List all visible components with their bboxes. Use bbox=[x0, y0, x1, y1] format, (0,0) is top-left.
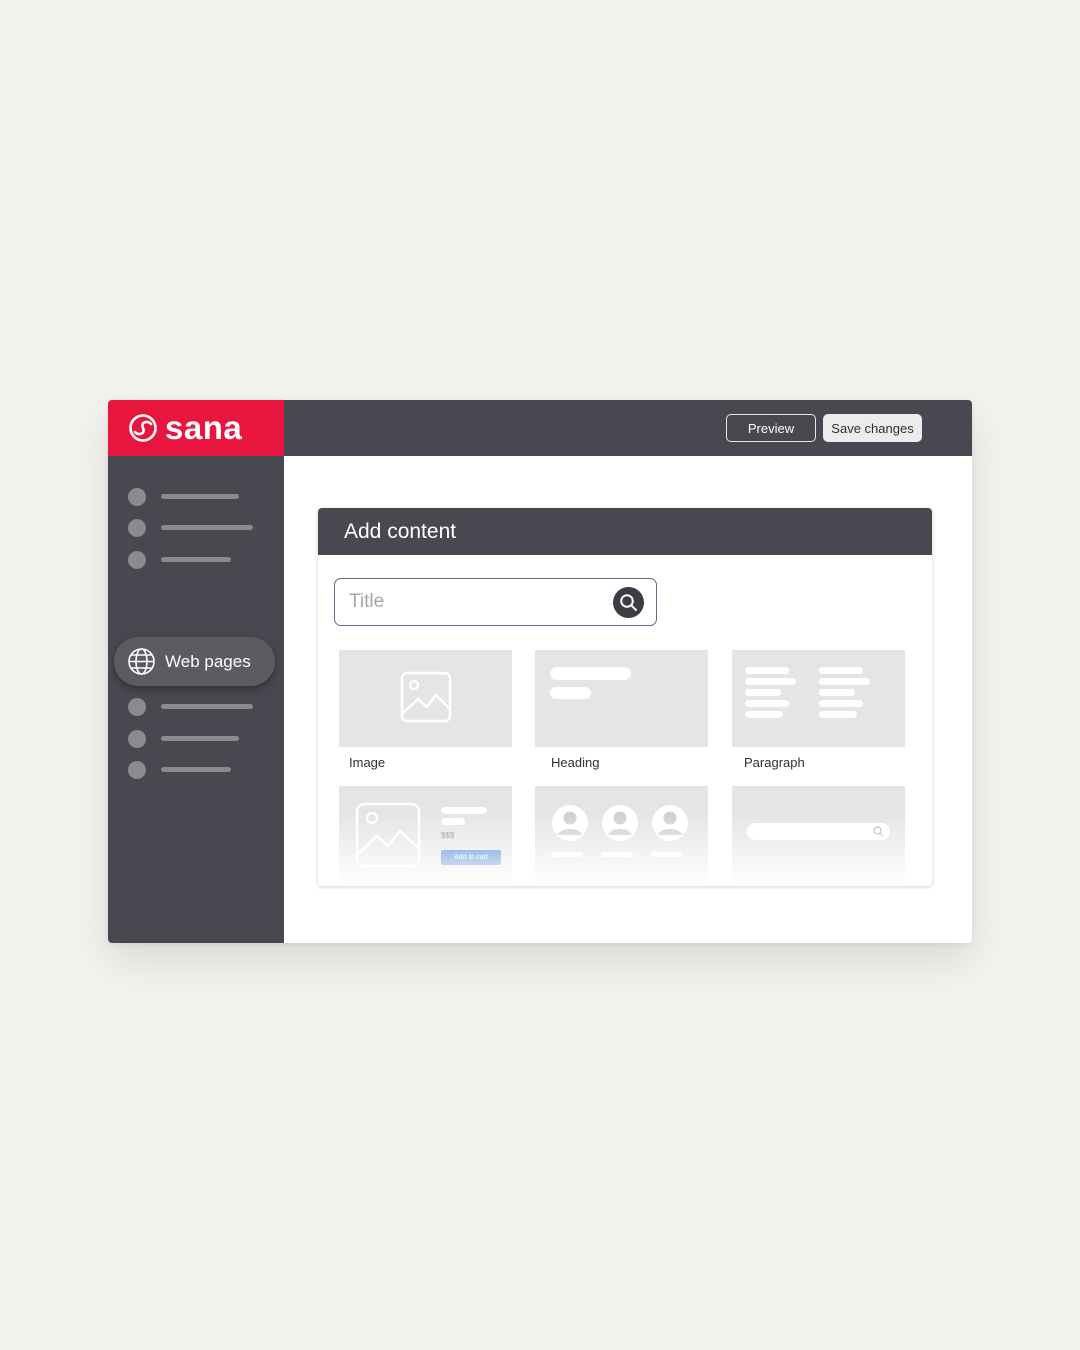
panel-header: Add content bbox=[318, 508, 932, 555]
sidebar-item-line bbox=[161, 736, 239, 741]
content-tile-image[interactable] bbox=[339, 650, 512, 747]
person-name-bar bbox=[551, 852, 583, 857]
sidebar-item-line bbox=[161, 557, 231, 562]
sidebar-item-line bbox=[161, 767, 231, 772]
search-icon bbox=[873, 826, 884, 837]
paragraph-line bbox=[819, 711, 857, 718]
search-input[interactable]: Title bbox=[334, 578, 657, 626]
main-content: Add content Title Image Heading Paragrap… bbox=[284, 456, 972, 943]
paragraph-line bbox=[745, 678, 796, 685]
sidebar-item-dot bbox=[128, 488, 146, 506]
product-title-bar bbox=[441, 818, 465, 825]
person-name-bar bbox=[651, 852, 683, 857]
search-bar-preview bbox=[747, 823, 890, 840]
sidebar-item-line bbox=[161, 494, 239, 499]
person-avatar-icon bbox=[552, 805, 588, 841]
sidebar-item-dot bbox=[128, 698, 146, 716]
paragraph-line bbox=[745, 711, 783, 718]
heading-bar bbox=[550, 667, 631, 680]
product-image-icon bbox=[355, 802, 421, 868]
paragraph-line bbox=[745, 689, 781, 696]
brand-name: sana bbox=[165, 409, 243, 446]
product-price: $$$ bbox=[441, 831, 455, 840]
search-button[interactable] bbox=[613, 587, 644, 618]
sidebar-item-web-pages[interactable]: Web pages bbox=[114, 637, 275, 686]
paragraph-line bbox=[745, 667, 789, 674]
heading-bar bbox=[550, 687, 591, 699]
tile-label: Image bbox=[349, 755, 386, 770]
sidebar-item-line bbox=[161, 525, 253, 530]
paragraph-line bbox=[819, 667, 863, 674]
tile-label: Paragraph bbox=[744, 755, 805, 770]
content-tile-search[interactable] bbox=[732, 786, 905, 883]
image-placeholder-icon bbox=[400, 671, 452, 723]
content-tile-people[interactable] bbox=[535, 786, 708, 883]
sidebar-item-dot bbox=[128, 551, 146, 569]
sidebar-item-dot bbox=[128, 730, 146, 748]
content-tile-heading[interactable] bbox=[535, 650, 708, 747]
sidebar-item-label: Web pages bbox=[165, 652, 251, 671]
search-icon bbox=[620, 594, 637, 611]
panel-title: Add content bbox=[344, 520, 457, 543]
sidebar-item-dot bbox=[128, 761, 146, 779]
sidebar-item-line bbox=[161, 704, 253, 709]
preview-button[interactable]: Preview bbox=[726, 414, 816, 442]
person-name-bar bbox=[601, 852, 633, 857]
person-avatar-icon bbox=[602, 805, 638, 841]
content-tile-product[interactable]: $$$ Add to cart bbox=[339, 786, 512, 883]
app-window: sana Preview Save changes Web pages Add … bbox=[108, 400, 972, 943]
save-changes-button[interactable]: Save changes bbox=[823, 414, 922, 442]
add-to-cart-button: Add to cart bbox=[441, 850, 501, 865]
product-title-bar bbox=[441, 807, 487, 814]
paragraph-line bbox=[819, 700, 863, 707]
paragraph-line bbox=[819, 678, 870, 685]
add-content-panel: Add content Title Image Heading Paragrap… bbox=[318, 508, 932, 886]
sidebar: Web pages bbox=[108, 456, 284, 943]
paragraph-line bbox=[819, 689, 855, 696]
person-avatar-icon bbox=[652, 805, 688, 841]
tile-label: Heading bbox=[551, 755, 600, 770]
paragraph-line bbox=[745, 700, 789, 707]
logo-bar: sana bbox=[108, 400, 284, 456]
search-placeholder: Title bbox=[349, 591, 385, 612]
sidebar-item-dot bbox=[128, 519, 146, 537]
content-tile-paragraph[interactable] bbox=[732, 650, 905, 747]
globe-icon bbox=[128, 648, 155, 675]
sana-logo-icon bbox=[129, 414, 157, 442]
top-toolbar: Preview Save changes bbox=[284, 400, 972, 456]
